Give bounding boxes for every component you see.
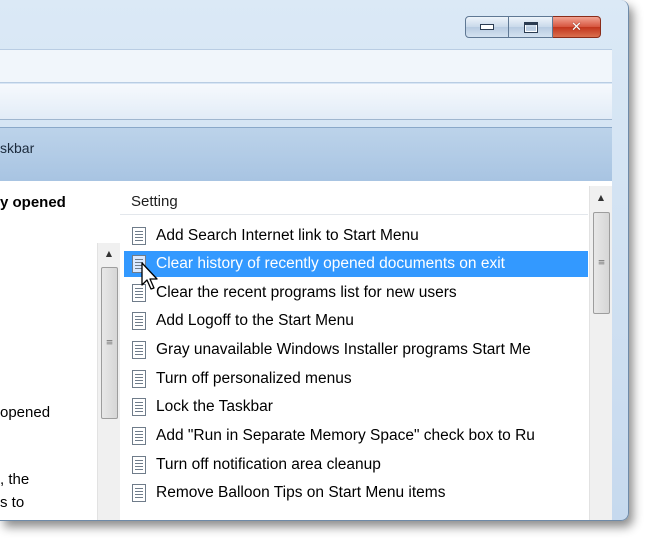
scroll-up-arrow-icon[interactable]: ▲: [98, 243, 120, 263]
setting-label: Lock the Taskbar: [156, 398, 273, 415]
setting-row[interactable]: Add Logoff to the Start Menu: [124, 308, 588, 334]
setting-column-label: Setting: [131, 193, 178, 210]
setting-label: Add Logoff to the Start Menu: [156, 312, 354, 329]
policy-setting-icon: [132, 484, 146, 502]
setting-row[interactable]: Add Search Internet link to Start Menu: [124, 223, 588, 249]
policy-setting-icon: [132, 427, 146, 445]
policy-setting-icon: [132, 341, 146, 359]
setting-row[interactable]: Turn off personalized menus: [124, 366, 588, 392]
policy-setting-icon: [132, 398, 146, 416]
description-scroll-thumb[interactable]: ≡: [101, 267, 118, 419]
mouse-pointer-icon: [141, 262, 158, 290]
description-heading: y opened: [0, 194, 66, 211]
policy-setting-icon: [132, 456, 146, 474]
close-button[interactable]: ✕: [553, 16, 601, 38]
description-line: , the: [0, 471, 30, 488]
policy-setting-icon: [132, 370, 146, 388]
setting-label: Add "Run in Separate Memory Space" check…: [156, 427, 535, 444]
description-scrollbar[interactable]: ▲ ≡: [97, 243, 120, 520]
settings-scroll-thumb[interactable]: ≡: [593, 212, 610, 314]
setting-label: Add Search Internet link to Start Menu: [156, 227, 419, 244]
maximize-icon: [523, 21, 538, 33]
scroll-up-arrow-icon[interactable]: ▲: [590, 186, 612, 208]
setting-row-selected[interactable]: Clear history of recently opened documen…: [124, 251, 588, 277]
settings-scrollbar[interactable]: ▲ ≡: [589, 186, 612, 520]
menu-bar: [0, 49, 612, 83]
scroll-grip-icon: ≡: [105, 337, 114, 348]
minimize-icon: [480, 24, 494, 30]
setting-label: Turn off personalized menus: [156, 370, 352, 387]
description-line: s to: [0, 494, 25, 511]
setting-row[interactable]: Clear the recent programs list for new u…: [124, 280, 588, 306]
maximize-button[interactable]: [509, 16, 553, 38]
setting-label: Clear the recent programs list for new u…: [156, 284, 457, 301]
setting-row[interactable]: Add "Run in Separate Memory Space" check…: [124, 423, 588, 449]
policy-setting-icon: [132, 227, 146, 245]
category-title: skbar: [0, 140, 35, 156]
toolbar: [0, 84, 612, 120]
setting-label: Clear history of recently opened documen…: [156, 255, 505, 272]
setting-row[interactable]: Gray unavailable Windows Installer progr…: [124, 337, 588, 363]
setting-row[interactable]: Remove Balloon Tips on Start Menu items: [124, 480, 588, 506]
setting-row[interactable]: Lock the Taskbar: [124, 394, 588, 420]
setting-label: Remove Balloon Tips on Start Menu items: [156, 484, 446, 501]
minimize-button[interactable]: [465, 16, 509, 38]
description-line: opened: [0, 404, 51, 421]
policy-setting-icon: [132, 312, 146, 330]
category-header: [0, 127, 612, 182]
editor-window: ✕ skbar y opened opened , the s to ▲ ≡ S…: [0, 0, 629, 521]
close-icon: ✕: [571, 19, 582, 35]
caption-buttons: ✕: [465, 16, 601, 38]
settings-list: Setting Add Search Internet link to Star…: [120, 186, 610, 520]
scroll-grip-icon: ≡: [597, 257, 606, 268]
setting-row[interactable]: Turn off notification area cleanup: [124, 452, 588, 478]
setting-label: Turn off notification area cleanup: [156, 456, 381, 473]
setting-label: Gray unavailable Windows Installer progr…: [156, 341, 531, 358]
setting-column-header[interactable]: Setting: [120, 186, 588, 215]
